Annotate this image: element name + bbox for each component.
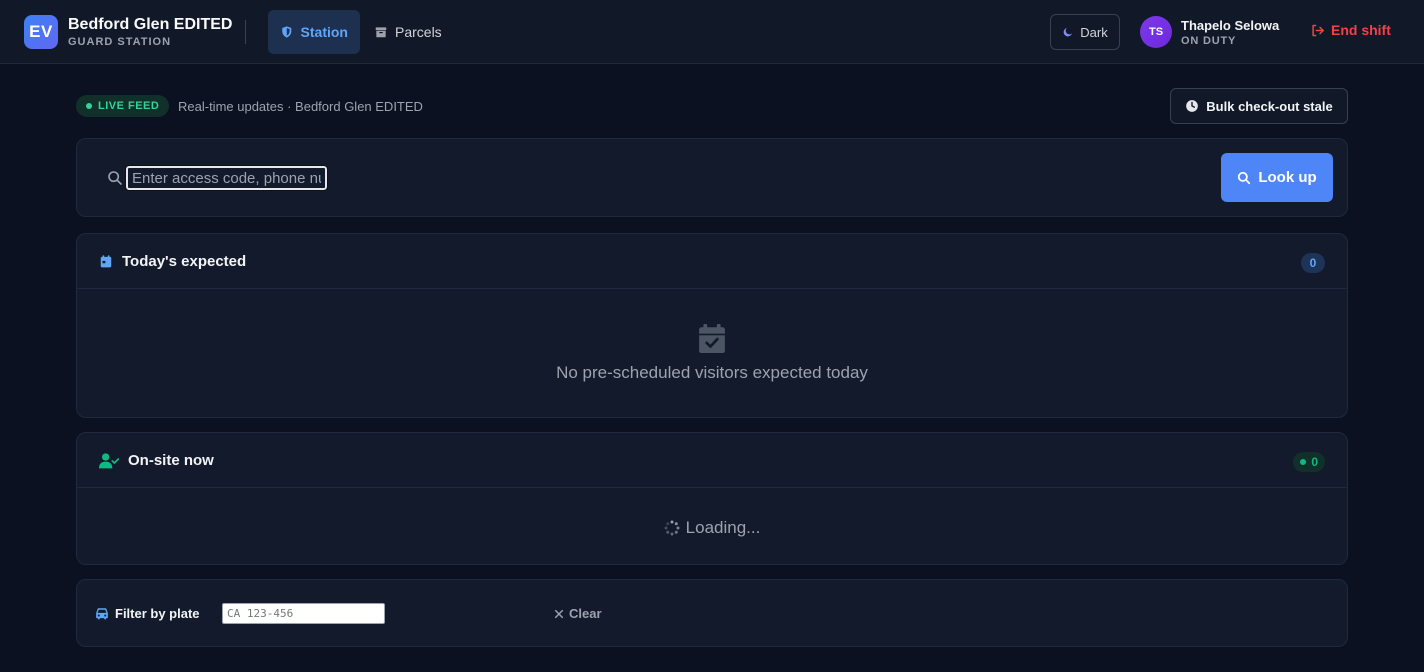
- onsite-count: 0: [1311, 455, 1318, 469]
- end-shift-button[interactable]: End shift: [1310, 22, 1391, 38]
- brand-divider: [245, 20, 246, 44]
- live-feed-label: LIVE FEED: [98, 100, 160, 112]
- live-dot: [86, 103, 92, 109]
- card-header: Today's expected 0: [77, 234, 1347, 289]
- avatar: TS: [1140, 16, 1172, 48]
- filter-label: Filter by plate: [95, 606, 200, 621]
- onsite-count-badge: 0: [1293, 452, 1325, 472]
- car-icon: [96, 608, 108, 620]
- lookup-card: Look up: [76, 138, 1348, 217]
- bulk-checkout-label: Bulk check-out stale: [1206, 98, 1333, 114]
- look-up-label: Look up: [1258, 169, 1317, 186]
- expected-count-badge: 0: [1301, 253, 1325, 273]
- onsite-dot: [1300, 459, 1307, 465]
- package-icon: [375, 27, 387, 38]
- search-icon: [1238, 171, 1251, 184]
- tab-parcels[interactable]: Parcels: [362, 10, 454, 54]
- user-text: Thapelo Selowa ON DUTY: [1181, 18, 1279, 47]
- card-title: Today's expected: [99, 253, 246, 270]
- card-title: On-site now: [99, 452, 214, 469]
- loading-text: Loading...: [685, 518, 761, 537]
- onsite-title: On-site now: [128, 452, 214, 469]
- live-feed-text: Real-time updates · Bedford Glen EDITED: [178, 99, 423, 114]
- theme-toggle-button[interactable]: Dark: [1050, 14, 1120, 50]
- expected-title: Today's expected: [122, 253, 247, 270]
- shield-icon: [282, 26, 292, 38]
- theme-toggle-label: Dark: [1080, 24, 1108, 40]
- on-site-now-card: On-site now 0 Loading...: [76, 432, 1348, 565]
- close-icon: [554, 609, 564, 618]
- filter-label-text: Filter by plate: [115, 606, 200, 621]
- calendar-check-icon: [699, 324, 725, 353]
- user-name: Thapelo Selowa: [1181, 17, 1280, 33]
- search-icon: [108, 171, 122, 185]
- bulk-checkout-button[interactable]: Bulk check-out stale: [1170, 88, 1348, 124]
- logout-icon: [1312, 24, 1324, 36]
- card-header: On-site now 0: [77, 433, 1347, 488]
- search-input[interactable]: [125, 165, 328, 191]
- calendar-icon: [100, 255, 112, 268]
- brand[interactable]: EV Bedford Glen EDITED GUARD STATION: [24, 15, 232, 49]
- plate-filter-card: Filter by plate Clear: [76, 579, 1348, 647]
- clear-label: Clear: [569, 606, 602, 621]
- top-bar: EV Bedford Glen EDITED GUARD STATION Sta…: [0, 0, 1424, 64]
- end-shift-label: End shift: [1331, 22, 1391, 38]
- user-check-icon: [99, 452, 119, 468]
- live-feed-badge: LIVE FEED: [76, 95, 170, 117]
- plate-filter-input[interactable]: [222, 603, 385, 624]
- clear-filter-button[interactable]: Clear: [554, 606, 602, 621]
- user-status: ON DUTY: [1181, 34, 1237, 47]
- brand-text: Bedford Glen EDITED GUARD STATION: [68, 16, 232, 48]
- clock-icon: [1186, 100, 1199, 112]
- tab-station[interactable]: Station: [268, 10, 360, 54]
- moon-icon: [1063, 28, 1073, 37]
- user-profile[interactable]: TS Thapelo Selowa ON DUTY: [1140, 16, 1279, 48]
- todays-expected-card: Today's expected 0 No pre-scheduled visi…: [76, 233, 1348, 418]
- loading-indicator: Loading...: [77, 518, 1347, 538]
- tab-parcels-label: Parcels: [395, 24, 442, 40]
- brand-logo: EV: [24, 15, 58, 49]
- tab-station-label: Station: [300, 24, 348, 40]
- brand-name: Bedford Glen EDITED: [68, 16, 233, 33]
- spinner-icon: [664, 520, 680, 536]
- brand-subtitle: GUARD STATION: [68, 36, 172, 48]
- expected-empty-message: No pre-scheduled visitors expected today: [556, 363, 868, 382]
- look-up-button[interactable]: Look up: [1221, 153, 1333, 202]
